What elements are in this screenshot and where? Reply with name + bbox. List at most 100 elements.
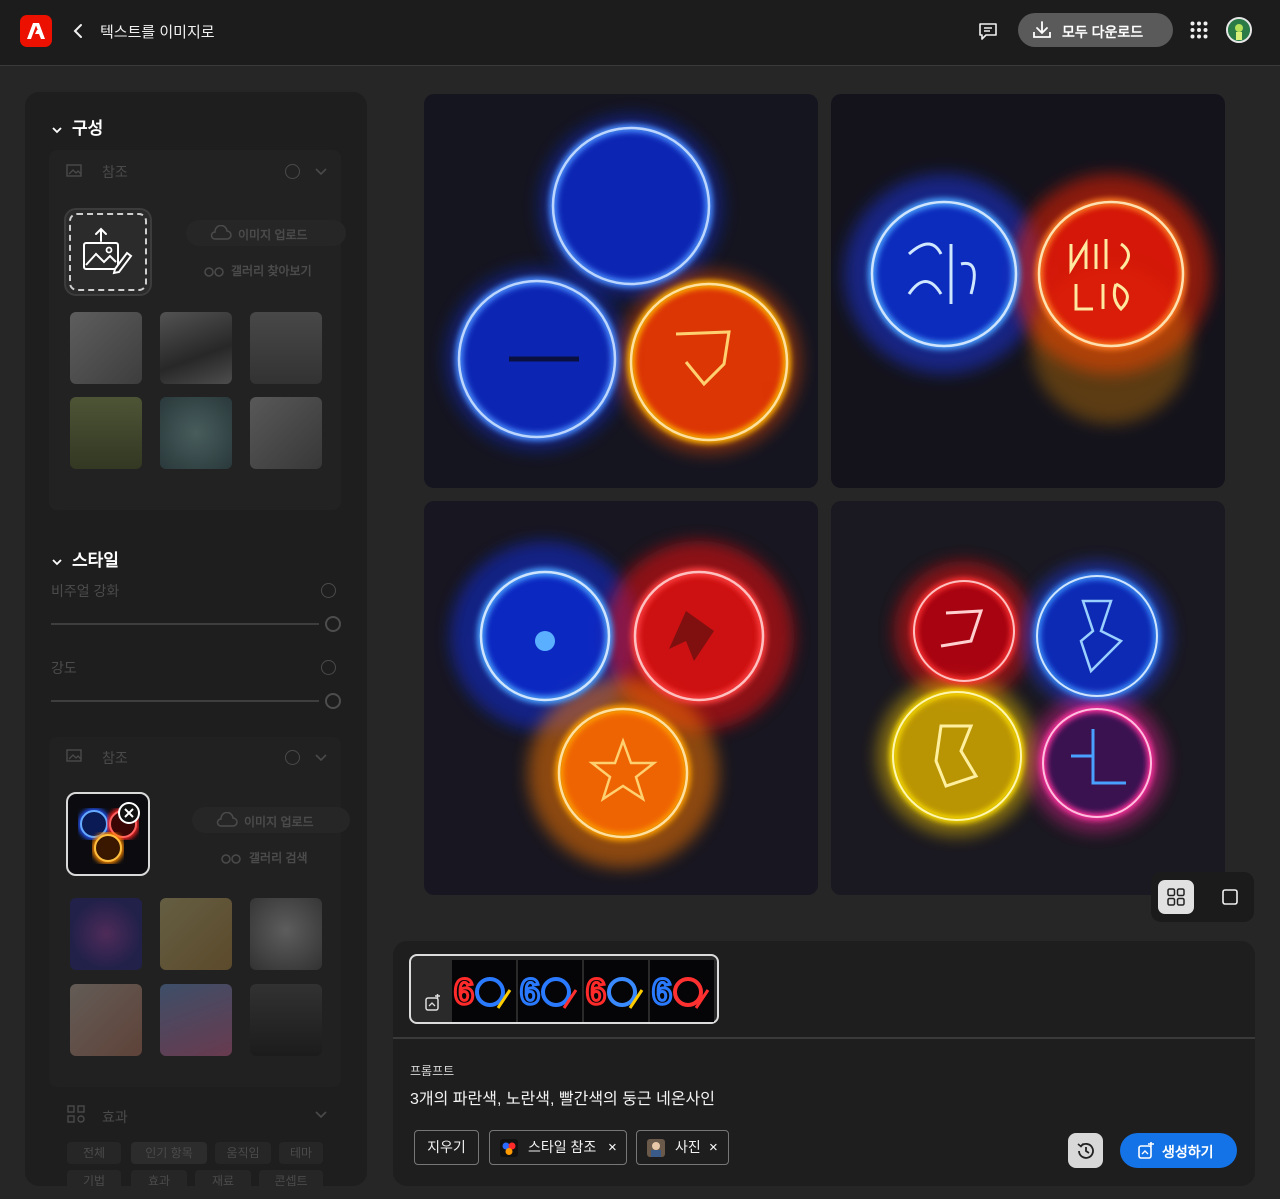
close-icon <box>120 804 138 822</box>
single-view-icon <box>1222 889 1238 905</box>
download-all-button[interactable]: 모두 다운로드 <box>1018 13 1173 47</box>
info-icon[interactable] <box>285 750 300 765</box>
style-reference-chip-label: 스타일 참조 <box>528 1139 597 1155</box>
gallery-thumbnail[interactable] <box>250 984 322 1056</box>
adobe-logo[interactable] <box>20 15 52 47</box>
style-section-header[interactable]: 스타일 <box>52 546 119 571</box>
gallery-thumbnail[interactable] <box>70 984 142 1056</box>
composition-upload-button[interactable]: 이미지 업로드 <box>186 220 346 246</box>
svg-text:6: 6 <box>454 971 474 1012</box>
feedback-icon[interactable] <box>976 19 1000 43</box>
image-upload-icon <box>83 227 133 275</box>
gallery-thumbnail[interactable] <box>160 898 232 970</box>
generate-label: 생성하기 <box>1162 1144 1214 1160</box>
info-icon[interactable] <box>321 583 336 598</box>
composition-reference-title: 참조 <box>102 164 128 180</box>
chevron-down-icon <box>52 126 62 133</box>
cloud-upload-icon <box>210 225 232 240</box>
search-label: 갤러리 검색 <box>249 851 308 865</box>
generated-image-1[interactable] <box>424 94 818 488</box>
history-thumbnail[interactable]: 6 <box>452 960 516 1022</box>
reference-icon <box>66 749 82 762</box>
effects-title: 효과 <box>102 1109 128 1125</box>
style-title: 스타일 <box>72 551 119 570</box>
download-all-label: 모두 다운로드 <box>1062 24 1144 40</box>
effects-tab[interactable]: 전체 <box>67 1142 121 1164</box>
style-reference-chip[interactable]: 스타일 참조 × <box>489 1130 627 1165</box>
history-thumbnail[interactable]: 6 <box>518 960 582 1022</box>
back-chevron-icon[interactable] <box>68 20 90 42</box>
effects-tab[interactable]: 인기 항목 <box>131 1142 207 1164</box>
photo-chip-icon <box>647 1139 665 1157</box>
effects-tab[interactable]: 테마 <box>279 1142 323 1164</box>
remove-style-reference-button[interactable] <box>118 802 140 824</box>
info-icon[interactable] <box>321 660 336 675</box>
gallery-thumbnail[interactable] <box>250 397 322 469</box>
chevron-down-icon[interactable] <box>315 751 327 763</box>
generate-icon <box>1138 1142 1154 1159</box>
visual-intensity-slider[interactable] <box>51 623 319 625</box>
composition-browse-gallery-link[interactable]: 갤러리 찾아보기 <box>231 262 312 279</box>
top-bar: 텍스트를 이미지로 모두 다운로드 <box>0 0 1280 66</box>
style-upload-button[interactable]: 이미지 업로드 <box>192 807 350 833</box>
prompt-panel: 6 6 6 6 프롬프트 3개의 파란색, 노란색, 빨간색의 둥근 네온사인 … <box>393 941 1255 1186</box>
prompt-label: 프롬프트 <box>410 1064 455 1078</box>
divider <box>393 1037 1255 1039</box>
effects-tab[interactable]: 움직임 <box>215 1142 271 1164</box>
history-button[interactable] <box>1068 1133 1103 1168</box>
generation-history-strip[interactable]: 6 6 6 6 <box>409 954 719 1024</box>
gallery-thumbnail[interactable] <box>70 898 142 970</box>
gallery-thumbnail[interactable] <box>250 898 322 970</box>
composition-upload-dropzone[interactable] <box>66 210 150 294</box>
effects-tab[interactable]: 효과 <box>131 1170 187 1186</box>
prompt-input[interactable]: 3개의 파란색, 노란색, 빨간색의 둥근 네온사인 <box>410 1085 715 1109</box>
gallery-thumbnail[interactable] <box>160 312 232 384</box>
strength-slider-handle[interactable] <box>325 693 341 709</box>
effects-icon <box>67 1105 85 1123</box>
clear-button[interactable]: 지우기 <box>414 1130 479 1165</box>
effects-tab[interactable]: 재료 <box>195 1170 251 1186</box>
style-gallery-search-link[interactable]: 갤러리 검색 <box>249 849 308 866</box>
gallery-thumbnail[interactable] <box>160 397 232 469</box>
svg-text:6: 6 <box>586 971 606 1012</box>
generated-image-4[interactable] <box>831 501 1225 895</box>
browse-label: 갤러리 찾아보기 <box>231 264 312 278</box>
grid-view-button[interactable] <box>1158 880 1194 914</box>
effects-tab[interactable]: 기법 <box>67 1170 121 1186</box>
svg-text:6: 6 <box>652 971 672 1012</box>
avatar[interactable] <box>1226 17 1252 43</box>
style-reference-chip-icon <box>500 1139 518 1157</box>
strength-slider[interactable] <box>51 700 319 702</box>
generate-button[interactable]: 생성하기 <box>1120 1133 1237 1168</box>
generated-image-2[interactable] <box>831 94 1225 488</box>
view-toggle <box>1151 872 1254 922</box>
style-reference-title: 참조 <box>102 750 128 766</box>
gallery-thumbnail[interactable] <box>70 397 142 469</box>
chevron-down-icon <box>52 558 62 565</box>
new-generation-icon[interactable] <box>424 994 442 1012</box>
chevron-down-icon[interactable] <box>315 1108 327 1120</box>
gallery-thumbnail[interactable] <box>70 312 142 384</box>
close-icon[interactable]: × <box>608 1131 617 1164</box>
composition-section-header[interactable]: 구성 <box>52 114 103 139</box>
upload-label: 이미지 업로드 <box>238 228 308 242</box>
grid-view-icon <box>1167 888 1185 906</box>
composition-title: 구성 <box>72 119 104 138</box>
single-view-button[interactable] <box>1212 880 1248 914</box>
photo-chip-label: 사진 <box>675 1139 701 1155</box>
history-thumbnail[interactable]: 6 <box>650 960 714 1022</box>
svg-text:6: 6 <box>520 971 540 1012</box>
photo-chip[interactable]: 사진 × <box>636 1130 729 1165</box>
info-icon[interactable] <box>285 164 300 179</box>
close-icon[interactable]: × <box>709 1131 718 1164</box>
history-thumbnail[interactable]: 6 <box>584 960 648 1022</box>
effects-tab[interactable]: 콘셉트 <box>259 1170 323 1186</box>
gallery-thumbnail[interactable] <box>250 312 322 384</box>
generated-image-3[interactable] <box>424 501 818 895</box>
settings-panel: 구성 참조 이미지 업로드 갤러리 찾아보기 스타일 비주얼 강화 강도 참조 … <box>25 92 367 1186</box>
chevron-down-icon[interactable] <box>315 165 327 177</box>
strength-label: 강도 <box>51 660 77 676</box>
visual-intensity-slider-handle[interactable] <box>325 616 341 632</box>
apps-grid-icon[interactable] <box>1190 21 1208 39</box>
gallery-thumbnail[interactable] <box>160 984 232 1056</box>
